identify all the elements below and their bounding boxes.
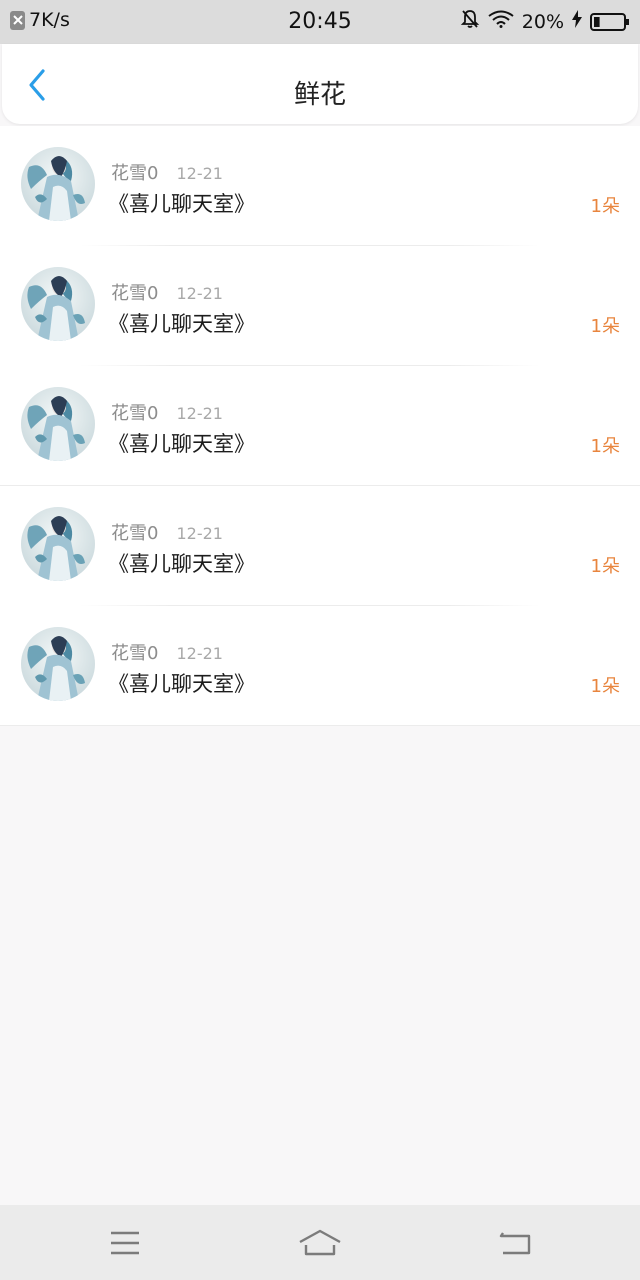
flower-list: 花雪0 12-21 《喜儿聊天室》 1朵 花雪0 12-21 《喜儿聊天室》 1… (0, 126, 640, 726)
flower-count: 1朵 (590, 676, 620, 697)
item-meta: 花雪0 12-21 (111, 639, 223, 665)
room-name: 《喜儿聊天室》 (108, 312, 255, 336)
mute-bell-icon (460, 9, 480, 34)
item-meta: 花雪0 12-21 (111, 519, 223, 545)
item-meta: 花雪0 12-21 (111, 159, 223, 185)
sent-date: 12-21 (176, 284, 223, 303)
battery-percent: 20% (521, 10, 564, 33)
avatar (21, 507, 95, 581)
room-name: 《喜儿聊天室》 (108, 552, 255, 576)
home-icon (299, 1229, 341, 1256)
flower-count: 1朵 (590, 556, 620, 577)
room-name: 《喜儿聊天室》 (108, 672, 255, 696)
flower-count: 1朵 (590, 196, 620, 217)
avatar (21, 387, 95, 461)
sender-name: 花雪0 (111, 403, 159, 424)
room-name: 《喜儿聊天室》 (108, 432, 255, 456)
home-button[interactable] (298, 1223, 342, 1263)
list-item[interactable]: 花雪0 12-21 《喜儿聊天室》 1朵 (0, 486, 640, 606)
room-name: 《喜儿聊天室》 (108, 192, 255, 216)
list-item[interactable]: 花雪0 12-21 《喜儿聊天室》 1朵 (0, 246, 640, 366)
wifi-icon (488, 10, 514, 33)
page-title: 鲜花 (293, 80, 346, 110)
charging-bolt-icon (572, 10, 582, 33)
list-item[interactable]: 花雪0 12-21 《喜儿聊天室》 1朵 (0, 126, 640, 246)
sender-name: 花雪0 (111, 163, 159, 184)
bottom-nav (0, 1205, 640, 1280)
list-item[interactable]: 花雪0 12-21 《喜儿聊天室》 1朵 (0, 606, 640, 726)
item-meta: 花雪0 12-21 (111, 279, 223, 305)
sent-date: 12-21 (176, 644, 223, 663)
menu-icon (111, 1231, 139, 1255)
sender-name: 花雪0 (111, 283, 159, 304)
sent-date: 12-21 (176, 524, 223, 543)
sender-name: 花雪0 (111, 643, 159, 664)
header: 鲜花 (2, 44, 638, 124)
status-bar: 7K/s 20:45 20% (0, 0, 640, 44)
sender-name: 花雪0 (111, 523, 159, 544)
flower-count: 1朵 (590, 436, 620, 457)
battery-icon (590, 12, 630, 31)
avatar (21, 627, 95, 701)
flower-count: 1朵 (590, 316, 620, 337)
status-right: 20% (460, 9, 630, 34)
menu-button[interactable] (103, 1223, 147, 1263)
system-back-button[interactable] (493, 1223, 537, 1263)
sent-date: 12-21 (176, 404, 223, 423)
sent-date: 12-21 (176, 164, 223, 183)
divider (0, 725, 640, 726)
list-item[interactable]: 花雪0 12-21 《喜儿聊天室》 1朵 (0, 366, 640, 486)
back-icon (499, 1232, 531, 1255)
item-meta: 花雪0 12-21 (111, 399, 223, 425)
avatar (21, 147, 95, 221)
avatar (21, 267, 95, 341)
